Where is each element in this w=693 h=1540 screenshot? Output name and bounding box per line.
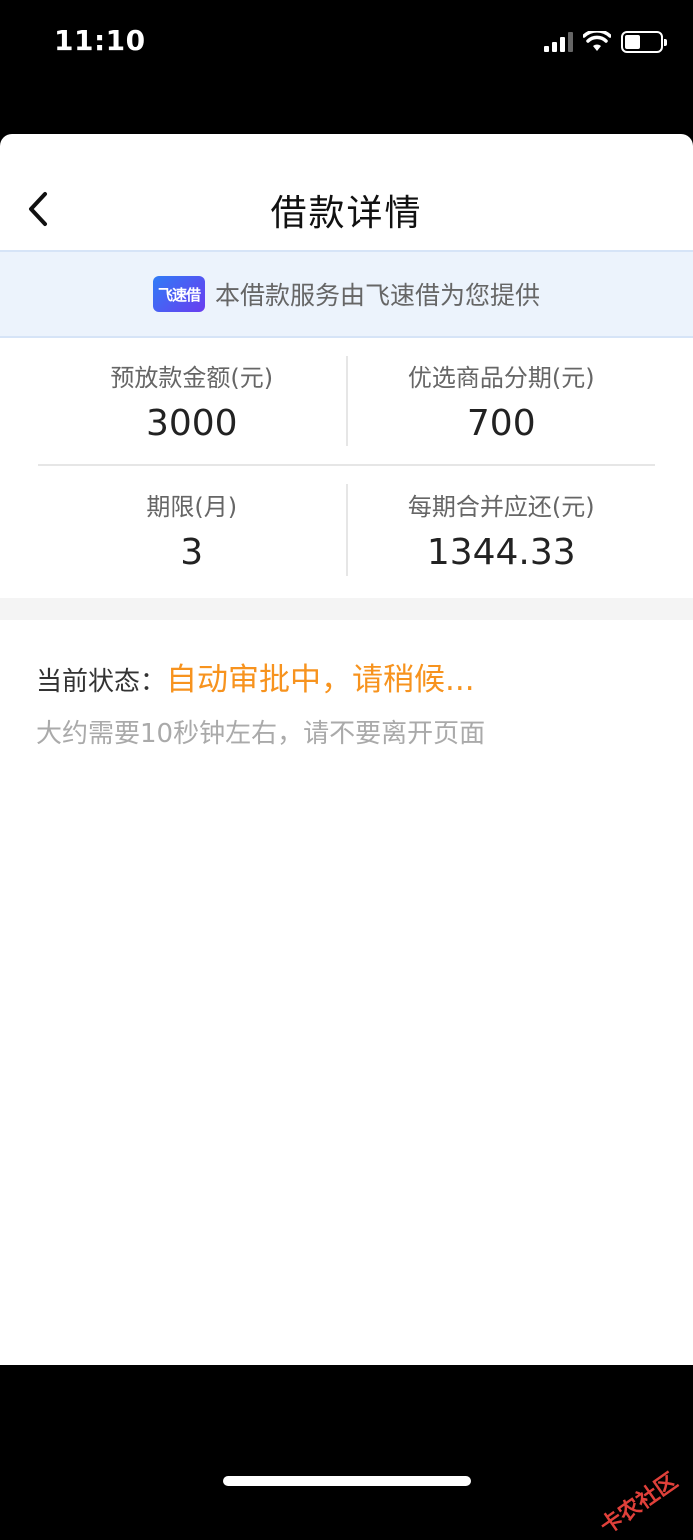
navigation-bar: 借款详情	[0, 134, 693, 252]
details-row: 期限(月) 3 每期合并应还(元) 1344.33	[38, 466, 655, 594]
detail-value: 700	[467, 403, 536, 444]
provider-banner: 飞速借 本借款服务由飞速借为您提供	[0, 252, 693, 338]
loan-details-grid: 预放款金额(元) 3000 优选商品分期(元) 700 期限(月) 3 每期合并…	[0, 338, 693, 594]
status-bar: 11:10	[0, 0, 693, 90]
detail-value: 1344.33	[427, 532, 576, 573]
status-time: 11:10	[54, 24, 146, 57]
detail-label: 期限(月)	[146, 487, 237, 522]
approval-status-section: 当前状态： 自动审批中，请稍候... 大约需要10秒钟左右，请不要离开页面	[0, 620, 693, 750]
detail-cell-repayment: 每期合并应还(元) 1344.33	[348, 466, 656, 594]
section-separator	[0, 598, 693, 620]
watermark: 卡农社区	[593, 1464, 683, 1540]
detail-value: 3	[180, 532, 203, 573]
status-line: 当前状态： 自动审批中，请稍候...	[36, 654, 657, 699]
detail-cell-amount: 预放款金额(元) 3000	[38, 338, 346, 464]
detail-label: 预放款金额(元)	[110, 358, 273, 393]
status-icons	[544, 30, 663, 54]
status-label: 当前状态：	[36, 661, 166, 698]
battery-icon	[621, 31, 663, 53]
cellular-signal-icon	[544, 32, 573, 52]
provider-logo: 飞速借	[153, 276, 205, 312]
detail-label: 优选商品分期(元)	[408, 358, 595, 393]
home-indicator[interactable]	[223, 1476, 471, 1486]
status-hint: 大约需要10秒钟左右，请不要离开页面	[36, 713, 657, 750]
loan-detail-sheet: 借款详情 飞速借 本借款服务由飞速借为您提供 预放款金额(元) 3000 优选商…	[0, 134, 693, 1365]
detail-cell-installment-goods: 优选商品分期(元) 700	[348, 338, 656, 464]
status-value: 自动审批中，请稍候...	[166, 654, 475, 699]
detail-label: 每期合并应还(元)	[408, 487, 595, 522]
detail-value: 3000	[146, 403, 238, 444]
detail-cell-term: 期限(月) 3	[38, 466, 346, 594]
wifi-icon	[583, 31, 611, 53]
details-row: 预放款金额(元) 3000 优选商品分期(元) 700	[38, 338, 655, 466]
page-title: 借款详情	[0, 184, 693, 236]
provider-text: 本借款服务由飞速借为您提供	[215, 276, 540, 312]
